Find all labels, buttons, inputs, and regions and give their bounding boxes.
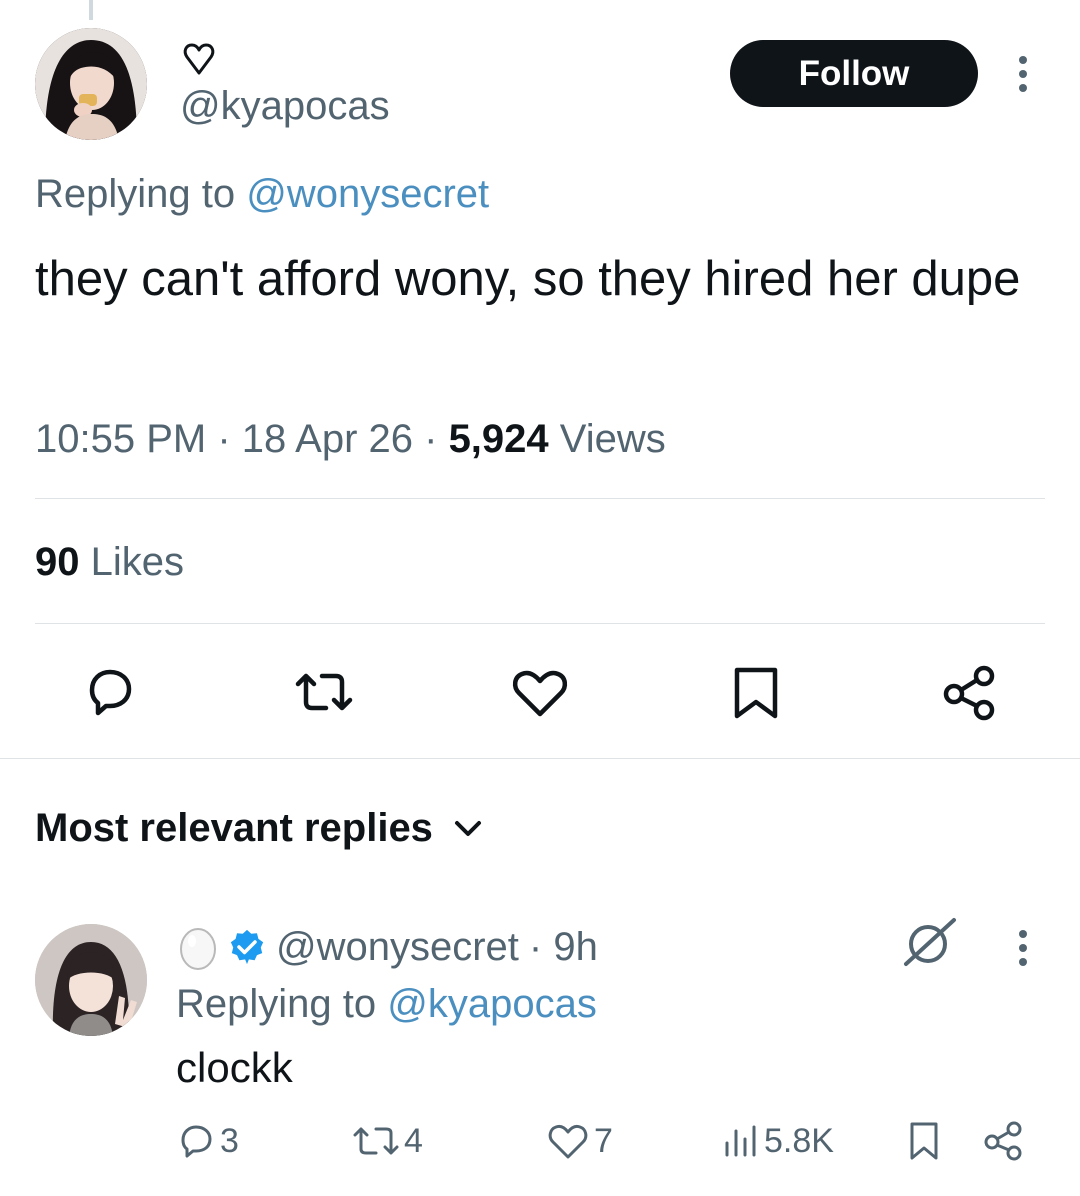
reply-bookmark-button[interactable] (904, 1116, 944, 1166)
reply-time[interactable]: · 9h (529, 925, 598, 970)
author-avatar[interactable] (35, 28, 147, 140)
replying-to-link[interactable]: @kyapocas (387, 982, 597, 1026)
chevron-down-icon (454, 820, 481, 836)
section-divider (0, 758, 1080, 759)
bookmark-icon (910, 1122, 938, 1160)
views-label: Views (548, 417, 666, 461)
likes-summary[interactable]: 90 Likes (35, 540, 184, 585)
tweet-text: they can't afford wony, so they hired he… (35, 252, 1021, 306)
tweet-time[interactable]: 10:55 PM (35, 417, 206, 461)
reply-header: @wonysecret · 9h (178, 924, 598, 970)
reply-author-avatar[interactable] (35, 924, 147, 1036)
tweet-date[interactable]: 18 Apr 26 (242, 417, 413, 461)
reply-replying-to-line: Replying to @kyapocas (176, 982, 597, 1027)
views-icon (725, 1125, 756, 1157)
likes-label: Likes (79, 540, 184, 584)
egg-icon (180, 928, 216, 970)
like-icon (548, 1124, 588, 1159)
reply-views-button[interactable]: 5.8K (722, 1116, 834, 1166)
author-handle[interactable]: @kyapocas (180, 84, 390, 129)
like-count: 7 (594, 1121, 613, 1160)
divider (35, 498, 1045, 499)
reply-handle[interactable]: @wonysecret (276, 925, 519, 970)
reply-text: clockk (176, 1044, 293, 1091)
thread-connector-line (89, 0, 93, 20)
share-icon (984, 1121, 1022, 1161)
reply-more-options-icon[interactable] (1012, 928, 1034, 968)
divider (35, 623, 1045, 624)
retweet-icon (353, 1127, 399, 1155)
reply-reply-button[interactable]: 3 (176, 1116, 239, 1166)
sort-label: Most relevant replies (35, 806, 433, 850)
follow-button[interactable]: Follow (730, 40, 978, 107)
verified-badge-icon (230, 929, 264, 965)
views-count: 5,924 (448, 417, 549, 461)
grok-icon[interactable] (900, 912, 960, 972)
replying-to-link[interactable]: @wonysecret (246, 172, 489, 216)
heart-outline-icon (182, 42, 216, 76)
view-count: 5.8K (764, 1121, 834, 1160)
replying-prefix: Replying to (35, 172, 247, 216)
reply-sort-dropdown[interactable]: Most relevant replies (35, 806, 483, 851)
reply-count: 3 (220, 1121, 239, 1160)
replying-prefix: Replying to (176, 982, 388, 1026)
replying-to-line: Replying to @wonysecret (35, 172, 489, 217)
reply-retweet-button[interactable]: 4 (352, 1116, 423, 1166)
reply-share-button[interactable] (982, 1116, 1026, 1166)
retweet-icon[interactable] (292, 660, 356, 724)
share-icon[interactable] (938, 660, 1002, 724)
tweet-meta: 10:55 PM · 18 Apr 26 · 5,924 Views (35, 417, 666, 461)
reply-like-button[interactable]: 7 (546, 1116, 613, 1166)
more-options-icon[interactable] (1012, 54, 1034, 94)
bookmark-icon[interactable] (724, 660, 788, 724)
reply-icon[interactable] (78, 660, 142, 724)
retweet-count: 4 (404, 1121, 423, 1160)
reply-icon (181, 1125, 212, 1158)
like-icon[interactable] (508, 660, 572, 724)
likes-count: 90 (35, 540, 80, 584)
